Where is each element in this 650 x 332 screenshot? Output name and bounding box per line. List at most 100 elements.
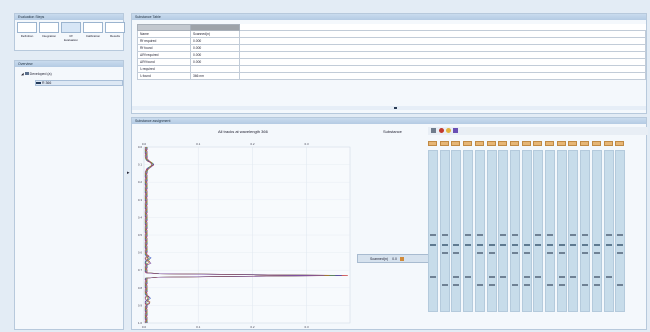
track-band	[535, 234, 542, 237]
track-band	[523, 283, 530, 286]
tree-node-r366[interactable]: R 366	[35, 80, 123, 86]
track-band	[535, 275, 542, 278]
step-definition[interactable]: Definition	[17, 22, 37, 44]
lane-toggle-icon[interactable]	[568, 141, 578, 146]
plate-track[interactable]	[591, 150, 602, 312]
step-value[interactable]: 0.0	[392, 257, 397, 261]
lane-toggle-icon[interactable]	[428, 141, 437, 146]
track-band	[523, 275, 530, 278]
track-band	[511, 283, 518, 286]
plate-track[interactable]	[533, 150, 544, 312]
undo-icon[interactable]	[439, 128, 444, 133]
print-icon[interactable]	[431, 128, 436, 133]
evaluation-steps-title: Evaluation Steps	[15, 14, 123, 20]
cell-value[interactable]: 366 nm	[190, 72, 240, 80]
chart-title: All tracks at wavelength 366	[218, 129, 268, 134]
plate-track[interactable]	[545, 150, 555, 312]
rf-evaluation-icon	[61, 22, 81, 33]
cell-empty	[239, 72, 646, 80]
track-band	[500, 275, 507, 278]
lane-toggle-icon[interactable]	[580, 141, 590, 146]
plate-track[interactable]	[615, 150, 626, 312]
cell-value[interactable]: 0.000	[190, 37, 240, 45]
y-tick-label: 0.9	[138, 303, 143, 307]
track-band	[500, 234, 507, 237]
cell-value[interactable]	[190, 65, 240, 73]
track-band	[453, 275, 460, 278]
selector-value: Scanned(n)	[370, 257, 389, 261]
track-band	[570, 243, 577, 246]
lane-toggle-icon[interactable]	[603, 141, 613, 146]
track-band	[547, 283, 553, 286]
lane-toggle-icon[interactable]	[451, 141, 461, 146]
track-band	[593, 275, 600, 278]
collapse-arrow-icon[interactable]: ▸	[127, 170, 130, 176]
step-label: Rf Evaluation	[63, 34, 78, 42]
cell-value[interactable]: 0.000	[190, 51, 240, 59]
x-tick-label-top: 0.3	[305, 142, 310, 146]
row-label: Rf found	[137, 44, 191, 52]
cell-empty	[239, 51, 646, 59]
plate-track[interactable]	[521, 150, 532, 312]
x-tick-label-bottom: 0.0	[142, 325, 147, 329]
plate-track[interactable]	[556, 150, 567, 312]
track-band	[570, 275, 577, 278]
lane-toggle-icon[interactable]	[533, 141, 543, 146]
plate-track[interactable]	[568, 150, 579, 312]
settings-icon[interactable]	[446, 128, 451, 133]
track-band	[547, 234, 553, 237]
table-row: Rf required 0.000	[137, 37, 646, 45]
assign-icon[interactable]	[453, 128, 458, 133]
plate-track[interactable]	[580, 150, 591, 312]
plate-track[interactable]	[498, 150, 509, 312]
track-band	[558, 283, 565, 286]
splitter-handle[interactable]	[132, 106, 646, 110]
lane-toggle-icon[interactable]	[474, 141, 484, 146]
tree-node-developed[interactable]: ◢ Developed (a)	[21, 72, 52, 76]
track-band	[500, 243, 507, 246]
substance-table-title: Substance Table	[132, 14, 646, 20]
lane-toggle-icon[interactable]	[556, 141, 566, 146]
step-calibration[interactable]: Calibration	[83, 22, 103, 44]
lane-toggle-icon[interactable]	[509, 141, 519, 146]
plate-track[interactable]	[463, 150, 474, 312]
plate-track[interactable]	[451, 150, 462, 312]
plate-track[interactable]	[474, 150, 485, 312]
plate-track[interactable]	[486, 150, 497, 312]
substance-selector[interactable]: Scanned(n) 0.0	[357, 254, 429, 263]
lane-toggle-icon[interactable]	[498, 141, 508, 146]
track-icon	[36, 82, 41, 85]
table-row: λ required	[137, 65, 646, 73]
spin-icon[interactable]	[399, 257, 404, 262]
step-results[interactable]: Results	[105, 22, 125, 44]
lane-toggle-icon[interactable]	[615, 141, 625, 146]
expand-icon[interactable]: ◢	[21, 72, 24, 76]
cell-value[interactable]: Scanned(n)	[190, 30, 240, 38]
track-band	[570, 234, 577, 237]
chromatogram-chart[interactable]: 0.00.00.10.10.20.20.30.30.00.10.20.30.40…	[128, 139, 358, 329]
cell-value[interactable]: 0.000	[190, 58, 240, 66]
y-tick-label: 0.3	[138, 198, 143, 202]
lane-toggle-icon[interactable]	[591, 141, 601, 146]
x-tick-label-bottom: 0.1	[196, 325, 201, 329]
cell-value[interactable]: 0.000	[190, 44, 240, 52]
lane-toggle-icon[interactable]	[439, 141, 449, 146]
substance-label: Substance	[383, 129, 402, 134]
track-band	[511, 234, 518, 237]
calibration-icon	[83, 22, 103, 33]
lane-toggle-icon[interactable]	[521, 141, 531, 146]
track-band	[476, 251, 483, 254]
table-row: Rf found 0.000	[137, 44, 646, 52]
plate-track[interactable]	[439, 150, 450, 312]
lane-toggle-icon[interactable]	[545, 141, 554, 146]
lane-toggle-icon[interactable]	[463, 141, 473, 146]
plate-track[interactable]	[509, 150, 520, 312]
lane-toggle-icon[interactable]	[486, 141, 496, 146]
track-band	[441, 243, 448, 246]
plate-track[interactable]	[603, 150, 614, 312]
cell-empty	[239, 44, 646, 52]
plate-track[interactable]	[428, 150, 438, 312]
step-rf-evaluation[interactable]: Rf Evaluation	[61, 22, 81, 44]
step-integration[interactable]: Integration	[39, 22, 59, 44]
track-band	[535, 243, 542, 246]
